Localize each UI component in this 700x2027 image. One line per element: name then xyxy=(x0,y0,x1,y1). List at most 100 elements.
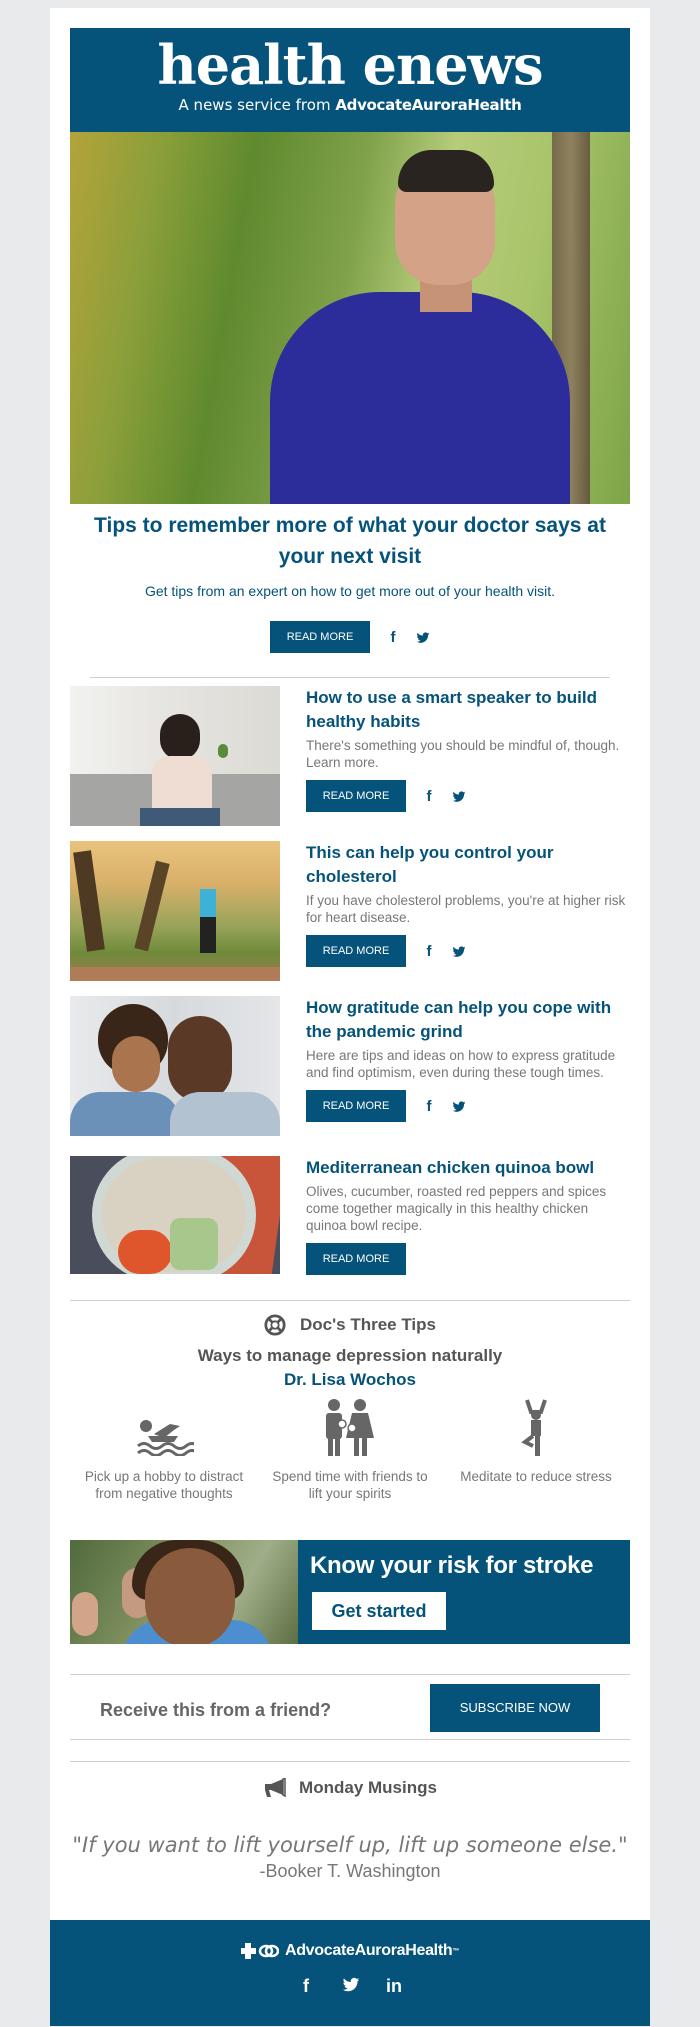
hero-description: Get tips from an expert on how to get mo… xyxy=(144,583,556,599)
article-actions: READ MORE f xyxy=(306,780,630,812)
advocate-aurora-logo-icon xyxy=(240,1943,279,1959)
runner-pants xyxy=(200,917,216,953)
article-description: Olives, cucumber, roasted red peppers an… xyxy=(306,1184,607,1233)
twitter-icon[interactable] xyxy=(452,1098,466,1115)
section-divider xyxy=(70,1761,630,1762)
tip-item: Meditate to reduce stress xyxy=(456,1394,616,1485)
tree-trunk xyxy=(73,850,105,952)
subscribe-now-button[interactable]: SUBSCRIBE NOW xyxy=(430,1684,600,1732)
subscribe-question: Receive this from a friend? xyxy=(100,1700,332,1720)
article-body: This can help you control your cholester… xyxy=(306,841,630,967)
article-body: How to use a smart speaker to build heal… xyxy=(306,686,630,812)
article-title[interactable]: How to use a smart speaker to build heal… xyxy=(306,686,630,734)
hero-person-shirt xyxy=(270,292,570,504)
tagline-prefix: A news service from xyxy=(178,96,336,114)
footer: AdvocateAuroraHealth ™ f in xyxy=(50,1920,650,2026)
tip-item: Spend time with friends to lift your spi… xyxy=(270,1394,430,1502)
hero-read-more-button[interactable]: READ MORE xyxy=(270,621,370,653)
swimmer-icon xyxy=(84,1394,244,1456)
monday-musings: Monday Musings "If you want to lift your… xyxy=(70,1778,630,1882)
article-body: Mediterranean chicken quinoa bowl Olives… xyxy=(306,1156,630,1275)
banner-photo xyxy=(70,1540,298,1644)
facebook-icon[interactable]: f xyxy=(422,788,436,805)
article-body: How gratitude can help you cope with the… xyxy=(306,996,630,1122)
cucumber xyxy=(170,1218,218,1270)
section-divider xyxy=(70,1739,630,1740)
hero-actions: READ MORE f xyxy=(270,621,430,653)
child-jacket xyxy=(70,1092,180,1136)
yoga-pose-icon xyxy=(456,1394,616,1456)
article-title[interactable]: This can help you control your cholester… xyxy=(306,841,630,889)
facebook-icon[interactable]: f xyxy=(386,629,400,646)
musings-author: -Booker T. Washington xyxy=(259,1861,441,1881)
life-ring-icon xyxy=(264,1314,286,1336)
masthead[interactable]: health enews A news service from Advocat… xyxy=(70,28,630,132)
docs-tips-heading: Doc's Three Tips xyxy=(264,1314,436,1336)
banner-person-face xyxy=(145,1548,235,1644)
trademark: ™ xyxy=(452,1947,460,1955)
article-thumbnail-quinoa-bowl[interactable] xyxy=(70,1156,280,1274)
docs-tips-header: Doc's Three Tips Ways to manage depressi… xyxy=(70,1314,630,1390)
read-more-button[interactable]: READ MORE xyxy=(306,780,406,812)
tree-trunk xyxy=(134,860,170,952)
article-actions: READ MORE f xyxy=(306,935,630,967)
article-description: Here are tips and ideas on how to expres… xyxy=(306,1048,616,1080)
footer-social-icons: f in xyxy=(50,1976,650,1999)
stroke-risk-banner[interactable]: Know your risk for stroke Get started xyxy=(70,1540,630,1644)
facebook-icon[interactable]: f xyxy=(422,1098,436,1115)
read-more-button[interactable]: READ MORE xyxy=(306,1243,406,1275)
article-thumbnail-runner[interactable] xyxy=(70,841,280,981)
child-face xyxy=(112,1036,160,1092)
plant xyxy=(218,744,228,758)
article-title[interactable]: How gratitude can help you cope with the… xyxy=(306,996,630,1044)
musings-quote: "If you want to lift yourself up, lift u… xyxy=(72,1833,628,1857)
hero-title[interactable]: Tips to remember more of what your docto… xyxy=(70,510,630,572)
path xyxy=(70,967,280,981)
twitter-icon[interactable] xyxy=(452,943,466,960)
article-thumbnail-father-daughter[interactable] xyxy=(70,996,280,1136)
tip-text: Pick up a hobby to distract from negativ… xyxy=(84,1469,244,1501)
family-icon xyxy=(270,1394,430,1456)
musings-title: Monday Musings xyxy=(299,1778,437,1797)
article-actions: READ MORE xyxy=(306,1243,630,1275)
linkedin-icon[interactable]: in xyxy=(386,1976,402,1999)
footer-brand-name: AdvocateAuroraHealth xyxy=(284,1942,453,1959)
docs-tips-subtitle: Ways to manage depression naturally xyxy=(197,1346,503,1365)
twitter-icon[interactable] xyxy=(416,629,430,646)
email-container: health enews A news service from Advocat… xyxy=(50,8,650,2026)
tip-item: Pick up a hobby to distract from negativ… xyxy=(84,1394,244,1502)
person-shirt xyxy=(152,756,212,816)
red-pepper-sauce xyxy=(118,1230,172,1274)
banner-person-left xyxy=(72,1592,98,1636)
article-thumbnail-smart-speaker[interactable] xyxy=(70,686,280,826)
masthead-tagline: A news service from AdvocateAuroraHealth xyxy=(70,96,630,114)
musings-heading: Monday Musings xyxy=(263,1778,437,1798)
twitter-icon[interactable] xyxy=(452,788,466,805)
person-jeans xyxy=(140,808,220,826)
facebook-icon[interactable]: f xyxy=(298,1976,314,1999)
megaphone-icon xyxy=(265,1778,286,1798)
tip-text: Spend time with friends to lift your spi… xyxy=(272,1469,428,1501)
footer-brand[interactable]: AdvocateAuroraHealth ™ xyxy=(240,1942,460,1960)
docs-tips-doctor[interactable]: Dr. Lisa Wochos xyxy=(70,1370,630,1390)
article-description: There's something you should be mindful … xyxy=(306,738,620,770)
hero-image[interactable] xyxy=(70,132,630,504)
subscribe-row: Receive this from a friend? SUBSCRIBE NO… xyxy=(70,1675,630,1743)
article-title[interactable]: Mediterranean chicken quinoa bowl xyxy=(306,1156,630,1180)
runner-top xyxy=(200,889,216,919)
father-face xyxy=(168,1016,232,1102)
section-divider xyxy=(90,677,610,678)
twitter-icon[interactable] xyxy=(342,1976,360,1999)
father-shirt xyxy=(170,1092,280,1136)
facebook-icon[interactable]: f xyxy=(422,943,436,960)
health-enews-logo: health enews xyxy=(157,33,544,97)
get-started-button[interactable]: Get started xyxy=(312,1592,446,1630)
banner-headline: Know your risk for stroke xyxy=(310,1552,594,1579)
read-more-button[interactable]: READ MORE xyxy=(306,1090,406,1122)
article-actions: READ MORE f xyxy=(306,1090,630,1122)
tagline-brand: AdvocateAuroraHealth xyxy=(335,96,522,114)
person-hair xyxy=(160,714,200,760)
docs-tips-title: Doc's Three Tips xyxy=(300,1315,436,1334)
hero-person-hair xyxy=(398,150,494,192)
read-more-button[interactable]: READ MORE xyxy=(306,935,406,967)
